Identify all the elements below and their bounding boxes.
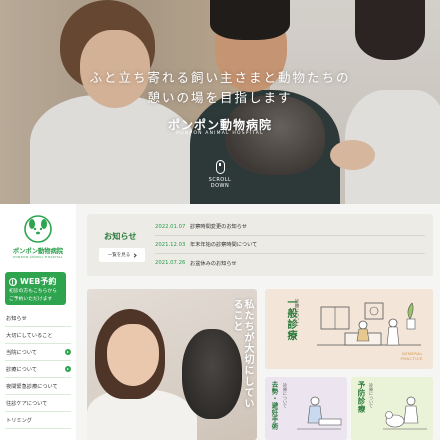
- dog-logo-icon: [24, 215, 52, 243]
- news-item[interactable]: 2021.12.03 年末年始の診察時間について: [155, 236, 425, 254]
- sidebar-item-label: 大切にしていること: [6, 332, 53, 339]
- chevron-right-icon: [65, 349, 71, 355]
- brand-en: PONPON ANIMAL HOSPITAL: [13, 255, 63, 259]
- hero-logo-en: PONPON ANIMAL HOSPITAL: [176, 131, 264, 136]
- hero-tagline-line1: ふと立ち寄れる飼い主さまと動物たちの: [89, 70, 351, 85]
- sidebar-item-night-emergency[interactable]: 夜間緊急診療について: [5, 378, 71, 395]
- sidebar-item-home-care[interactable]: 往診ケアについて: [5, 395, 71, 412]
- news-text: 診察時間変更のお知らせ: [190, 224, 247, 230]
- philosophy-card[interactable]: 私たちが大切にしていること: [87, 289, 257, 440]
- hero-tagline: ふと立ち寄れる飼い主さまと動物たちの 憩いの場を目指します: [0, 68, 440, 108]
- mouse-icon: [215, 160, 225, 174]
- brand-name: ポンポン動物病院: [12, 248, 64, 255]
- chevron-right-icon: [132, 252, 137, 258]
- prevention-title: 予防診療: [357, 381, 366, 413]
- web-reserve-button[interactable]: WEB予約 初診の方もこちらから ご予約いただけます: [5, 272, 66, 305]
- globe-icon: [9, 277, 17, 286]
- sidebar-item-label: 診療について: [6, 366, 37, 373]
- prevention-card[interactable]: 予防診療 診療について: [351, 377, 433, 440]
- brand-logo[interactable]: ポンポン動物病院 PONPON ANIMAL HOSPITAL: [8, 214, 68, 259]
- sidebar-item-trimming[interactable]: トリミング: [5, 412, 71, 429]
- sidebar-item-label: 往診ケアについて: [6, 400, 48, 407]
- hero-tagline-line2: 憩いの場を目指します: [147, 90, 293, 105]
- sidebar-item-philosophy[interactable]: 大切にしていること: [5, 327, 71, 344]
- sidebar-item-treatment[interactable]: 診療について: [5, 361, 71, 378]
- general-practice-en-2: PRACTICE: [400, 356, 423, 361]
- scroll-down-button[interactable]: SCROLL DOWN: [200, 160, 240, 189]
- news-more-label: 一覧を見る: [107, 253, 131, 258]
- surgery-illustration-icon: [297, 396, 342, 430]
- web-reserve-sub-2: ご予約いただけます: [9, 297, 53, 302]
- sidebar-item-label: 当院について: [6, 349, 37, 356]
- sidebar-item-about[interactable]: 当院について: [5, 344, 71, 361]
- surgery-label: 診療について: [283, 383, 288, 409]
- prevention-label: 診療について: [369, 383, 374, 409]
- sidebar-item-label: 夜間緊急診療について: [6, 383, 58, 390]
- news-text: 年末年始の診察時間について: [190, 242, 258, 248]
- news-section: お知らせ 一覧を見る 2022.01.07 診察時間変更のお知らせ 2021.1…: [87, 214, 433, 276]
- scroll-down-label: SCROLL DOWN: [208, 177, 232, 189]
- prevention-illustration-icon: [383, 396, 427, 430]
- news-text: お盆休みのお知らせ: [190, 260, 237, 267]
- surgery-card[interactable]: 去勢・避妊手術 診療について: [265, 377, 347, 440]
- news-title: お知らせ: [104, 231, 137, 241]
- general-practice-label: 診療について: [294, 299, 299, 326]
- web-reserve-title: WEB予約: [20, 277, 57, 286]
- general-practice-en: GENERAL PRACTICE: [401, 351, 423, 361]
- news-more-button[interactable]: 一覧を見る: [99, 248, 145, 262]
- philosophy-card-title: 私たちが大切にしていること: [231, 299, 253, 409]
- sidebar-nav: お知らせ 大切にしていること 当院について 診療について 夜間緊急診療について …: [5, 310, 71, 429]
- news-list: 2022.01.07 診察時間変更のお知らせ 2021.12.03 年末年始の診…: [155, 218, 425, 272]
- news-item[interactable]: 2021.07.26 お盆休みのお知らせ: [155, 254, 425, 272]
- chevron-right-icon: [65, 366, 71, 372]
- sidebar-item-label: トリミング: [6, 417, 32, 424]
- clinic-illustration-icon: [317, 302, 421, 346]
- news-date: 2021.12.03: [155, 241, 186, 248]
- news-item[interactable]: 2022.01.07 診察時間変更のお知らせ: [155, 218, 425, 236]
- general-practice-card[interactable]: 一般診療 診療について GENERAL PRACTICE: [265, 289, 433, 369]
- sidebar-item-label: お知らせ: [6, 315, 27, 322]
- sidebar-item-news[interactable]: お知らせ: [5, 310, 71, 327]
- news-date: 2022.01.07: [155, 223, 186, 230]
- card-woman-face: [107, 324, 159, 386]
- web-reserve-sub-1: 初診の方もこちらから: [9, 289, 57, 294]
- news-date: 2021.07.26: [155, 260, 186, 266]
- surgery-title: 去勢・避妊手術: [270, 381, 278, 430]
- sidebar: ポンポン動物病院 PONPON ANIMAL HOSPITAL WEB予約 初診…: [0, 204, 76, 440]
